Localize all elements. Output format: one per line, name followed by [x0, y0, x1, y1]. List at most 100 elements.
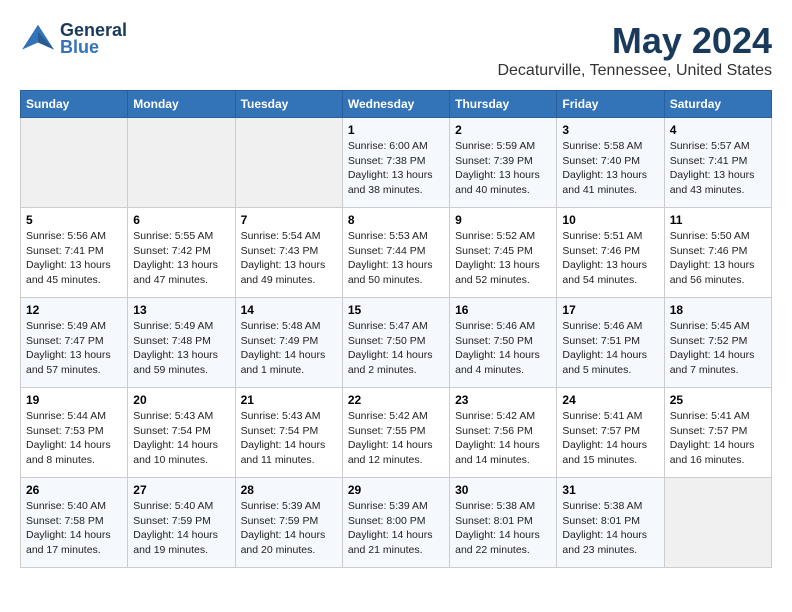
day-number: 28	[241, 483, 337, 497]
day-number: 22	[348, 393, 444, 407]
weekday-header-friday: Friday	[557, 91, 664, 118]
weekday-header-wednesday: Wednesday	[342, 91, 449, 118]
day-info: Sunrise: 5:58 AM Sunset: 7:40 PM Dayligh…	[562, 139, 658, 198]
calendar-cell: 28 Sunrise: 5:39 AM Sunset: 7:59 PM Dayli…	[235, 478, 342, 568]
day-number: 21	[241, 393, 337, 407]
day-info: Sunrise: 6:00 AM Sunset: 7:38 PM Dayligh…	[348, 139, 444, 198]
day-number: 20	[133, 393, 229, 407]
calendar-week-row: 19Sunrise: 5:44 AM Sunset: 7:53 PM Dayli…	[21, 388, 772, 478]
day-number: 7	[241, 213, 337, 227]
day-number: 11	[670, 213, 766, 227]
day-number: 26	[26, 483, 122, 497]
calendar-cell: 15 Sunrise: 5:47 AM Sunset: 7:50 PM Dayli…	[342, 298, 449, 388]
day-number: 1	[348, 123, 444, 137]
day-info: Sunrise: 5:43 AM Sunset: 7:54 PM Dayligh…	[133, 409, 229, 468]
weekday-header-tuesday: Tuesday	[235, 91, 342, 118]
calendar-cell: 11 Sunrise: 5:50 AM Sunset: 7:46 PM Dayli…	[664, 208, 771, 298]
day-number: 5	[26, 213, 122, 227]
day-info: Sunrise: 5:38 AM Sunset: 8:01 PM Dayligh…	[562, 499, 658, 558]
day-info: Sunrise: 5:42 AM Sunset: 7:56 PM Dayligh…	[455, 409, 551, 468]
calendar-cell: 14 Sunrise: 5:48 AM Sunset: 7:49 PM Dayli…	[235, 298, 342, 388]
weekday-header-sunday: Sunday	[21, 91, 128, 118]
day-info: Sunrise: 5:49 AM Sunset: 7:48 PM Dayligh…	[133, 319, 229, 378]
calendar-cell: 23 Sunrise: 5:42 AM Sunset: 7:56 PM Dayli…	[450, 388, 557, 478]
weekday-header-saturday: Saturday	[664, 91, 771, 118]
day-number: 31	[562, 483, 658, 497]
logo: General Blue	[20, 20, 127, 58]
logo-text: General Blue	[60, 20, 127, 58]
calendar-cell: 4 Sunrise: 5:57 AM Sunset: 7:41 PM Daylig…	[664, 118, 771, 208]
location-subtitle: Decaturville, Tennessee, United States	[497, 62, 772, 80]
calendar-cell: 31 Sunrise: 5:38 AM Sunset: 8:01 PM Dayli…	[557, 478, 664, 568]
calendar-cell: 26Sunrise: 5:40 AM Sunset: 7:58 PM Dayli…	[21, 478, 128, 568]
day-info: Sunrise: 5:59 AM Sunset: 7:39 PM Dayligh…	[455, 139, 551, 198]
day-number: 25	[670, 393, 766, 407]
day-number: 18	[670, 303, 766, 317]
page-header: General Blue May 2024 Decaturville, Tenn…	[20, 20, 772, 80]
day-number: 14	[241, 303, 337, 317]
day-info: Sunrise: 5:56 AM Sunset: 7:41 PM Dayligh…	[26, 229, 122, 288]
day-info: Sunrise: 5:40 AM Sunset: 7:59 PM Dayligh…	[133, 499, 229, 558]
calendar-week-row: 1 Sunrise: 6:00 AM Sunset: 7:38 PM Daylig…	[21, 118, 772, 208]
calendar-cell: 27 Sunrise: 5:40 AM Sunset: 7:59 PM Dayli…	[128, 478, 235, 568]
day-number: 17	[562, 303, 658, 317]
calendar-cell: 16Sunrise: 5:46 AM Sunset: 7:50 PM Dayli…	[450, 298, 557, 388]
day-info: Sunrise: 5:39 AM Sunset: 7:59 PM Dayligh…	[241, 499, 337, 558]
day-info: Sunrise: 5:39 AM Sunset: 8:00 PM Dayligh…	[348, 499, 444, 558]
calendar-cell: 20 Sunrise: 5:43 AM Sunset: 7:54 PM Dayli…	[128, 388, 235, 478]
calendar-cell: 7 Sunrise: 5:54 AM Sunset: 7:43 PM Daylig…	[235, 208, 342, 298]
day-info: Sunrise: 5:45 AM Sunset: 7:52 PM Dayligh…	[670, 319, 766, 378]
calendar-cell: 8 Sunrise: 5:53 AM Sunset: 7:44 PM Daylig…	[342, 208, 449, 298]
day-number: 2	[455, 123, 551, 137]
logo-icon	[20, 23, 56, 55]
day-info: Sunrise: 5:57 AM Sunset: 7:41 PM Dayligh…	[670, 139, 766, 198]
day-info: Sunrise: 5:46 AM Sunset: 7:51 PM Dayligh…	[562, 319, 658, 378]
calendar-cell: 30 Sunrise: 5:38 AM Sunset: 8:01 PM Dayli…	[450, 478, 557, 568]
day-number: 8	[348, 213, 444, 227]
calendar-cell: 17 Sunrise: 5:46 AM Sunset: 7:51 PM Dayli…	[557, 298, 664, 388]
title-section: May 2024 Decaturville, Tennessee, United…	[497, 20, 772, 80]
day-number: 30	[455, 483, 551, 497]
day-number: 9	[455, 213, 551, 227]
day-info: Sunrise: 5:49 AM Sunset: 7:47 PM Dayligh…	[26, 319, 122, 378]
calendar-cell: 3 Sunrise: 5:58 AM Sunset: 7:40 PM Daylig…	[557, 118, 664, 208]
calendar-cell	[128, 118, 235, 208]
calendar-cell: 18 Sunrise: 5:45 AM Sunset: 7:52 PM Dayli…	[664, 298, 771, 388]
day-info: Sunrise: 5:55 AM Sunset: 7:42 PM Dayligh…	[133, 229, 229, 288]
weekday-header-thursday: Thursday	[450, 91, 557, 118]
day-number: 12	[26, 303, 122, 317]
day-info: Sunrise: 5:52 AM Sunset: 7:45 PM Dayligh…	[455, 229, 551, 288]
day-number: 23	[455, 393, 551, 407]
calendar-cell: 25Sunrise: 5:41 AM Sunset: 7:57 PM Dayli…	[664, 388, 771, 478]
day-info: Sunrise: 5:51 AM Sunset: 7:46 PM Dayligh…	[562, 229, 658, 288]
day-number: 24	[562, 393, 658, 407]
day-info: Sunrise: 5:48 AM Sunset: 7:49 PM Dayligh…	[241, 319, 337, 378]
calendar-cell	[21, 118, 128, 208]
day-number: 29	[348, 483, 444, 497]
calendar-cell: 22 Sunrise: 5:42 AM Sunset: 7:55 PM Dayli…	[342, 388, 449, 478]
day-number: 10	[562, 213, 658, 227]
day-info: Sunrise: 5:50 AM Sunset: 7:46 PM Dayligh…	[670, 229, 766, 288]
calendar-cell: 24 Sunrise: 5:41 AM Sunset: 7:57 PM Dayli…	[557, 388, 664, 478]
day-number: 27	[133, 483, 229, 497]
calendar-cell: 6Sunrise: 5:55 AM Sunset: 7:42 PM Daylig…	[128, 208, 235, 298]
calendar-cell: 12 Sunrise: 5:49 AM Sunset: 7:47 PM Dayli…	[21, 298, 128, 388]
day-info: Sunrise: 5:47 AM Sunset: 7:50 PM Dayligh…	[348, 319, 444, 378]
calendar-week-row: 5 Sunrise: 5:56 AM Sunset: 7:41 PM Daylig…	[21, 208, 772, 298]
day-info: Sunrise: 5:53 AM Sunset: 7:44 PM Dayligh…	[348, 229, 444, 288]
day-info: Sunrise: 5:38 AM Sunset: 8:01 PM Dayligh…	[455, 499, 551, 558]
calendar-week-row: 26Sunrise: 5:40 AM Sunset: 7:58 PM Dayli…	[21, 478, 772, 568]
calendar-cell: 2 Sunrise: 5:59 AM Sunset: 7:39 PM Daylig…	[450, 118, 557, 208]
calendar-cell	[664, 478, 771, 568]
calendar-table: SundayMondayTuesdayWednesdayThursdayFrid…	[20, 90, 772, 568]
calendar-week-row: 12 Sunrise: 5:49 AM Sunset: 7:47 PM Dayli…	[21, 298, 772, 388]
day-info: Sunrise: 5:42 AM Sunset: 7:55 PM Dayligh…	[348, 409, 444, 468]
day-number: 4	[670, 123, 766, 137]
calendar-cell: 19Sunrise: 5:44 AM Sunset: 7:53 PM Dayli…	[21, 388, 128, 478]
day-number: 13	[133, 303, 229, 317]
weekday-header-monday: Monday	[128, 91, 235, 118]
day-number: 15	[348, 303, 444, 317]
day-info: Sunrise: 5:41 AM Sunset: 7:57 PM Dayligh…	[562, 409, 658, 468]
day-number: 3	[562, 123, 658, 137]
day-info: Sunrise: 5:54 AM Sunset: 7:43 PM Dayligh…	[241, 229, 337, 288]
